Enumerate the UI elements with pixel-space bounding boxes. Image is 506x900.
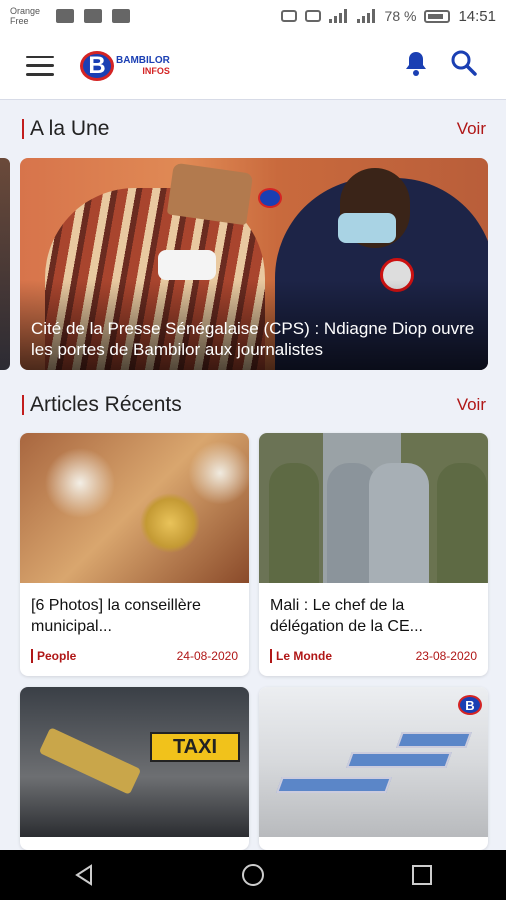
watermark-logo: B <box>458 695 482 715</box>
logo-text-infos: INFOS <box>142 65 170 76</box>
status-bar: Orange Free 78 % 14:51 <box>0 0 506 32</box>
section-title: A la Une <box>30 117 110 140</box>
app-header: B BAMBILOR INFOS <box>0 32 506 100</box>
article-card[interactable]: TAXI <box>20 687 249 850</box>
battery-icon <box>424 9 451 23</box>
featured-article-card[interactable]: Cité de la Presse Sénégalaise (CPS) : Nd… <box>20 158 488 370</box>
article-date: 24-08-2020 <box>176 649 238 663</box>
battery-percent: 78 % <box>384 8 417 24</box>
activity-icon <box>112 9 130 23</box>
article-image <box>259 433 488 583</box>
app-logo: B BAMBILOR INFOS <box>80 50 170 81</box>
article-category: People <box>31 649 76 663</box>
clock: 14:51 <box>458 7 496 25</box>
vibrate-icon <box>304 10 321 22</box>
article-category: Le Monde <box>270 649 332 663</box>
section-title: Articles Récents <box>30 393 182 416</box>
see-all-link[interactable]: Voir <box>457 119 486 139</box>
article-card[interactable]: [6 Photos] la conseillère municipal... P… <box>20 433 249 676</box>
menu-icon[interactable] <box>26 55 54 76</box>
search-icon[interactable] <box>450 49 478 82</box>
signal-icon <box>328 9 347 23</box>
notification-bell-icon[interactable] <box>404 50 428 81</box>
article-title: [6 Photos] la conseillère municipal... <box>31 597 201 635</box>
system-nav-bar <box>0 850 506 900</box>
article-image <box>20 433 249 583</box>
recents-icon[interactable] <box>392 855 452 895</box>
logo-mark: B <box>80 50 114 81</box>
carousel-prev-peek[interactable] <box>0 158 10 370</box>
taxi-sign: TAXI <box>150 732 240 762</box>
carrier-name: Orange Free <box>10 6 41 26</box>
article-image: TAXI <box>20 687 249 837</box>
article-date: 23-08-2020 <box>415 649 477 663</box>
screenshot-icon <box>84 9 102 23</box>
article-card[interactable]: Mali : Le chef de la délégation de la CE… <box>259 433 488 676</box>
hotspot-icon <box>280 10 297 22</box>
gallery-icon <box>56 9 74 23</box>
logo-text-bambilor: BAMBILOR <box>116 54 170 66</box>
article-title: Mali : Le chef de la délégation de la CE… <box>270 597 423 635</box>
signal-icon-2 <box>356 9 375 23</box>
featured-article-title: Cité de la Presse Sénégalaise (CPS) : Nd… <box>31 319 475 359</box>
featured-carousel[interactable]: Cité de la Presse Sénégalaise (CPS) : Nd… <box>0 158 506 372</box>
article-image: B <box>259 687 488 837</box>
section-header-une: A la Une Voir <box>0 111 506 147</box>
watermark-logo <box>258 188 282 208</box>
back-icon[interactable] <box>54 855 114 895</box>
see-all-link[interactable]: Voir <box>457 395 486 415</box>
article-card[interactable]: B <box>259 687 488 850</box>
section-header-recent: Articles Récents Voir <box>0 387 506 423</box>
home-icon[interactable] <box>223 855 283 895</box>
